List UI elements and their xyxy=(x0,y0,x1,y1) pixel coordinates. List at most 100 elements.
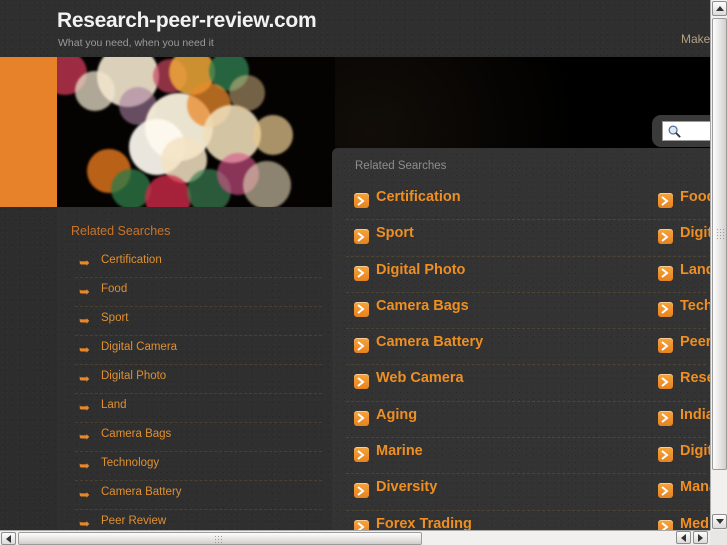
scroll-right-arrow-icon xyxy=(698,533,703,542)
scroll-right-button-corner[interactable] xyxy=(693,531,708,544)
sidebar-item-camera-battery[interactable]: ➥ Camera Battery xyxy=(75,481,322,510)
sidebar-item-digital-camera[interactable]: ➥ Digital Camera xyxy=(75,336,322,365)
bokeh-image xyxy=(57,57,335,207)
panel-heading: Related Searches xyxy=(355,160,447,172)
table-row: Sport Digital xyxy=(346,220,710,257)
panel-link-label: Diversity xyxy=(376,479,438,496)
sidebar-related-searches: Related Searches ➥ Certification ➥ Food … xyxy=(57,207,332,530)
panel-link-indian[interactable]: Indian xyxy=(658,407,710,433)
site-header: Research-peer-review.com What you need, … xyxy=(0,0,710,57)
panel-link-land[interactable]: Land xyxy=(658,262,710,288)
panel-link-certification[interactable]: Certification xyxy=(354,189,644,215)
arrow-right-icon: ➥ xyxy=(79,400,90,415)
arrow-right-icon: ➥ xyxy=(79,429,90,444)
sidebar-item-label: Sport xyxy=(101,312,129,324)
table-row: Camera Battery Peer R xyxy=(346,329,710,366)
panel-rows: Certification Food Sport xyxy=(332,184,710,530)
table-row: Camera Bags Techno xyxy=(346,293,710,330)
panel-link-sport[interactable]: Sport xyxy=(354,225,644,251)
make-link[interactable]: Make xyxy=(681,32,710,46)
scroll-down-button[interactable] xyxy=(712,514,727,529)
search-bar xyxy=(652,115,710,147)
panel-link-label: Food xyxy=(680,189,710,205)
sidebar-item-peer-review[interactable]: ➥ Peer Review xyxy=(75,510,322,530)
chevron-right-icon xyxy=(354,265,369,281)
chevron-right-icon xyxy=(658,265,673,281)
horizontal-scrollbar-thumb[interactable] xyxy=(18,532,422,545)
chevron-right-icon xyxy=(354,447,369,463)
sidebar-item-food[interactable]: ➥ Food xyxy=(75,278,322,307)
sidebar-item-camera-bags[interactable]: ➥ Camera Bags xyxy=(75,423,322,452)
scroll-left-button[interactable] xyxy=(1,532,16,545)
panel-link-technology[interactable]: Techno xyxy=(658,298,710,324)
sidebar-item-label: Digital Camera xyxy=(101,341,178,353)
panel-link-camera-bags[interactable]: Camera Bags xyxy=(354,298,644,324)
chevron-right-icon xyxy=(354,193,369,208)
arrow-right-icon: ➥ xyxy=(79,313,90,328)
chevron-right-icon xyxy=(354,338,369,354)
scroll-left-arrow-icon xyxy=(681,533,686,542)
chevron-right-icon xyxy=(658,193,673,208)
sidebar-item-sport[interactable]: ➥ Sport xyxy=(75,307,322,336)
panel-link-label: Certification xyxy=(376,189,461,205)
horizontal-scrollbar[interactable] xyxy=(0,530,710,545)
arrow-right-icon: ➥ xyxy=(79,458,90,473)
chevron-right-icon xyxy=(354,483,369,499)
panel-link-label: Digital xyxy=(680,443,710,460)
panel-link-label: Aging xyxy=(376,406,418,423)
arrow-right-icon: ➥ xyxy=(79,342,90,357)
chevron-right-icon xyxy=(658,483,673,499)
panel-link-medical[interactable]: Medica xyxy=(658,516,710,530)
panel-link-label: Forex Trading xyxy=(376,515,472,530)
arrow-right-icon: ➥ xyxy=(79,371,90,386)
chevron-right-icon xyxy=(658,519,673,530)
chevron-right-icon xyxy=(354,301,369,317)
panel-link-forex-trading[interactable]: Forex Trading xyxy=(354,516,644,530)
panel-link-camera-battery[interactable]: Camera Battery xyxy=(354,334,644,360)
scroll-left-arrow-icon xyxy=(6,534,11,543)
sidebar-item-label: Food xyxy=(101,283,128,295)
scroll-left-button-corner[interactable] xyxy=(676,531,691,544)
sidebar-item-digital-photo[interactable]: ➥ Digital Photo xyxy=(75,365,322,394)
panel-link-label: Digital xyxy=(680,225,710,242)
search-input[interactable] xyxy=(662,121,710,141)
scroll-up-button[interactable] xyxy=(712,1,727,16)
scrollbar-corner xyxy=(710,530,727,545)
sidebar-item-label: Peer Review xyxy=(101,515,167,527)
magnifier-icon xyxy=(668,125,681,138)
table-row: Digital Photo Land xyxy=(346,257,710,293)
panel-link-management[interactable]: Manag xyxy=(658,479,710,505)
related-searches-panel: Related Searches Certification Food xyxy=(332,148,710,530)
panel-link-label: Camera Battery xyxy=(376,334,484,351)
panel-link-label: Marine xyxy=(376,443,423,460)
panel-link-diversity[interactable]: Diversity xyxy=(354,479,644,505)
sidebar-item-land[interactable]: ➥ Land xyxy=(75,394,322,423)
panel-link-marine[interactable]: Marine xyxy=(354,443,644,469)
table-row: Certification Food xyxy=(346,184,710,221)
panel-link-research[interactable]: Resear xyxy=(658,370,710,396)
sidebar-item-certification[interactable]: ➥ Certification xyxy=(75,249,322,278)
panel-link-digital-tv[interactable]: Digital xyxy=(658,443,710,469)
chevron-right-icon xyxy=(658,374,673,390)
panel-link-peer-review[interactable]: Peer R xyxy=(658,334,710,360)
arrow-right-icon: ➥ xyxy=(79,516,90,530)
panel-link-label: Techno xyxy=(680,297,710,314)
chevron-right-icon xyxy=(354,374,369,390)
panel-link-food[interactable]: Food xyxy=(658,189,710,215)
panel-link-digital-camera[interactable]: Digital xyxy=(658,225,710,251)
chevron-right-icon xyxy=(658,301,673,317)
panel-link-label: Resear xyxy=(680,370,710,387)
site-tagline: What you need, when you need it xyxy=(58,37,214,49)
panel-link-aging[interactable]: Aging xyxy=(354,407,644,433)
browser-page: Research-peer-review.com What you need, … xyxy=(0,0,727,545)
panel-link-web-camera[interactable]: Web Camera xyxy=(354,370,644,396)
panel-link-label: Sport xyxy=(376,225,414,242)
vertical-scrollbar-thumb[interactable] xyxy=(712,18,727,470)
page-viewport: Research-peer-review.com What you need, … xyxy=(0,0,710,530)
sidebar-item-label: Land xyxy=(101,399,127,411)
panel-link-label: Digital Photo xyxy=(376,261,466,278)
chevron-right-icon xyxy=(658,338,673,354)
vertical-scrollbar[interactable] xyxy=(710,0,727,530)
sidebar-item-technology[interactable]: ➥ Technology xyxy=(75,452,322,481)
panel-link-digital-photo[interactable]: Digital Photo xyxy=(354,262,644,288)
